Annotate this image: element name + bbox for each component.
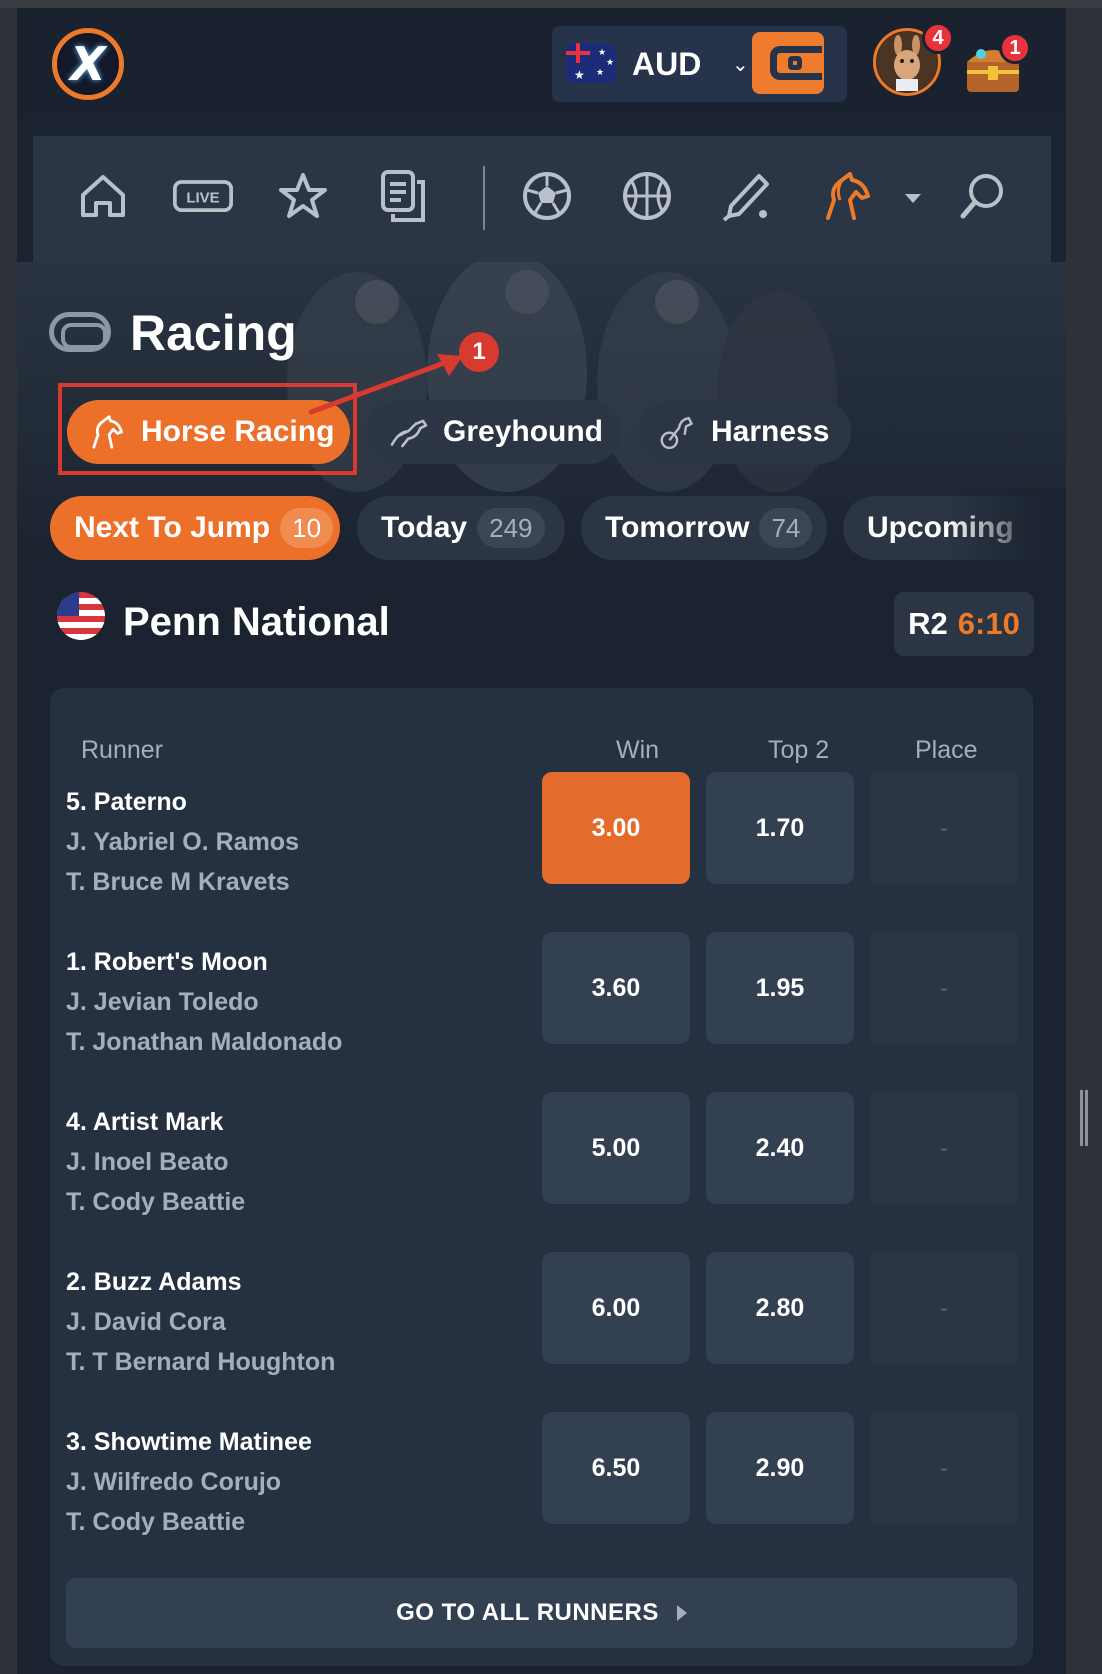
window-resize-handle[interactable] <box>1080 1090 1088 1146</box>
search-icon[interactable] <box>953 166 1013 226</box>
betslip-icon[interactable] <box>373 166 433 226</box>
soccer-icon[interactable] <box>517 166 577 226</box>
annotation-step-number: 1 <box>459 332 499 372</box>
tab-harness[interactable]: Harness <box>639 400 851 464</box>
runner-row: 5. Paterno J. Yabriel O. Ramos T. Bruce … <box>50 772 1033 938</box>
logo-text: X <box>70 37 106 91</box>
runner-row: 4. Artist Mark J. Inoel Beato T. Cody Be… <box>50 1092 1033 1258</box>
column-header-runner: Runner <box>81 736 163 764</box>
runner-trainer: T. Jonathan Maldonado <box>66 1028 343 1056</box>
win-odds-button[interactable]: 6.00 <box>542 1252 690 1364</box>
runner-jockey: J. Inoel Beato <box>66 1148 229 1176</box>
currency-label: AUD <box>632 46 702 82</box>
chevron-down-icon: ⌄ <box>732 52 749 76</box>
runner-name: 2. Buzz Adams <box>66 1268 242 1296</box>
filter-today[interactable]: Today 249 <box>357 496 565 560</box>
place-odds-button: - <box>870 1092 1018 1204</box>
runners-card: Runner Win Top 2 Place 5. Paterno J. Yab… <box>50 688 1033 1666</box>
runner-trainer: T. Cody Beattie <box>66 1508 246 1536</box>
win-odds-button[interactable]: 5.00 <box>542 1092 690 1204</box>
filter-count: 249 <box>477 508 545 548</box>
usa-flag-icon <box>57 592 105 640</box>
harness-icon <box>660 416 693 450</box>
win-odds-button[interactable]: 3.60 <box>542 932 690 1044</box>
top2-odds-button[interactable]: 2.80 <box>706 1252 854 1364</box>
basketball-icon[interactable] <box>617 166 677 226</box>
home-icon[interactable] <box>73 166 133 226</box>
race-countdown: 6:10 <box>957 606 1020 641</box>
annotation-arrow-icon <box>308 354 463 415</box>
racetrack-icon <box>49 312 111 352</box>
place-odds-button: - <box>870 932 1018 1044</box>
runner-jockey: J. Yabriel O. Ramos <box>66 828 299 856</box>
scroll-fade <box>947 488 1066 568</box>
column-header-win: Win <box>616 736 660 764</box>
filter-count: 74 <box>759 508 813 548</box>
runner-trainer: T. T Bernard Houghton <box>66 1348 336 1376</box>
runner-jockey: J. Wilfredo Corujo <box>66 1468 282 1496</box>
runner-row: 2. Buzz Adams J. David Cora T. T Bernard… <box>50 1252 1033 1418</box>
top-header: X ★ ★ ★ ★ AUD ⌄ 4 1 <box>17 8 1066 116</box>
go-to-all-runners-button[interactable]: GO TO ALL RUNNERS <box>66 1578 1017 1648</box>
place-odds-button: - <box>870 1252 1018 1364</box>
greyhound-icon <box>390 419 428 448</box>
play-arrow-icon <box>676 1605 687 1621</box>
runner-jockey: J. Jevian Toledo <box>66 988 259 1016</box>
filter-label: Today <box>381 511 468 544</box>
rewards-badge: 1 <box>999 32 1031 64</box>
runner-jockey: J. David Cora <box>66 1308 226 1336</box>
runner-trainer: T. Bruce M Kravets <box>66 868 290 896</box>
top2-odds-button[interactable]: 1.70 <box>706 772 854 884</box>
sports-more-dropdown[interactable] <box>905 194 921 203</box>
all-runners-label: GO TO ALL RUNNERS <box>396 1599 659 1626</box>
win-odds-button[interactable]: 6.50 <box>542 1412 690 1524</box>
place-odds-button: - <box>870 772 1018 884</box>
top2-odds-button[interactable]: 2.90 <box>706 1412 854 1524</box>
filter-label: Tomorrow <box>605 511 750 544</box>
runner-name: 4. Artist Mark <box>66 1108 224 1136</box>
runner-row: 3. Showtime Matinee J. Wilfredo Corujo T… <box>50 1412 1033 1578</box>
filter-next-to-jump[interactable]: Next To Jump 10 <box>50 496 340 560</box>
runner-name: 3. Showtime Matinee <box>66 1428 312 1456</box>
nav-divider <box>483 166 485 230</box>
filter-count: 10 <box>280 508 334 548</box>
filter-tomorrow[interactable]: Tomorrow 74 <box>581 496 827 560</box>
filter-label: Next To Jump <box>74 511 271 544</box>
live-label: LIVE <box>186 190 219 207</box>
runner-trainer: T. Cody Beattie <box>66 1188 246 1216</box>
page-title: Racing <box>130 305 297 361</box>
column-header-place: Place <box>915 736 978 764</box>
race-time-chip[interactable]: R2 6:10 <box>894 592 1034 656</box>
horse-racing-icon[interactable] <box>817 166 877 226</box>
brand-logo[interactable]: X <box>52 28 124 100</box>
column-header-top2: Top 2 <box>768 736 830 764</box>
cricket-icon[interactable] <box>717 166 777 226</box>
live-icon[interactable]: LIVE <box>173 166 233 226</box>
win-odds-button[interactable]: 3.00 <box>542 772 690 884</box>
app-frame: X ★ ★ ★ ★ AUD ⌄ 4 1 LIVE Racing Horse Ra… <box>17 8 1066 1674</box>
wallet-button[interactable] <box>752 32 824 94</box>
window-top-strip <box>0 0 1102 8</box>
runner-row: 1. Robert's Moon J. Jevian Toledo T. Jon… <box>50 932 1033 1098</box>
runner-name: 5. Paterno <box>66 788 187 816</box>
top2-odds-button[interactable]: 2.40 <box>706 1092 854 1204</box>
tab-greyhound-label: Greyhound <box>443 415 604 448</box>
place-odds-button: - <box>870 1412 1018 1524</box>
sports-nav-bar: LIVE <box>33 136 1051 262</box>
currency-selector[interactable]: ★ ★ ★ ★ AUD ⌄ <box>552 26 847 102</box>
australia-flag-icon: ★ ★ ★ ★ <box>566 43 616 83</box>
notification-badge: 4 <box>922 22 954 54</box>
tab-harness-label: Harness <box>711 415 830 448</box>
event-title[interactable]: Penn National <box>123 600 390 645</box>
runner-name: 1. Robert's Moon <box>66 948 268 976</box>
favorites-star-icon[interactable] <box>273 166 333 226</box>
top2-odds-button[interactable]: 1.95 <box>706 932 854 1044</box>
race-number: R2 <box>908 606 948 641</box>
